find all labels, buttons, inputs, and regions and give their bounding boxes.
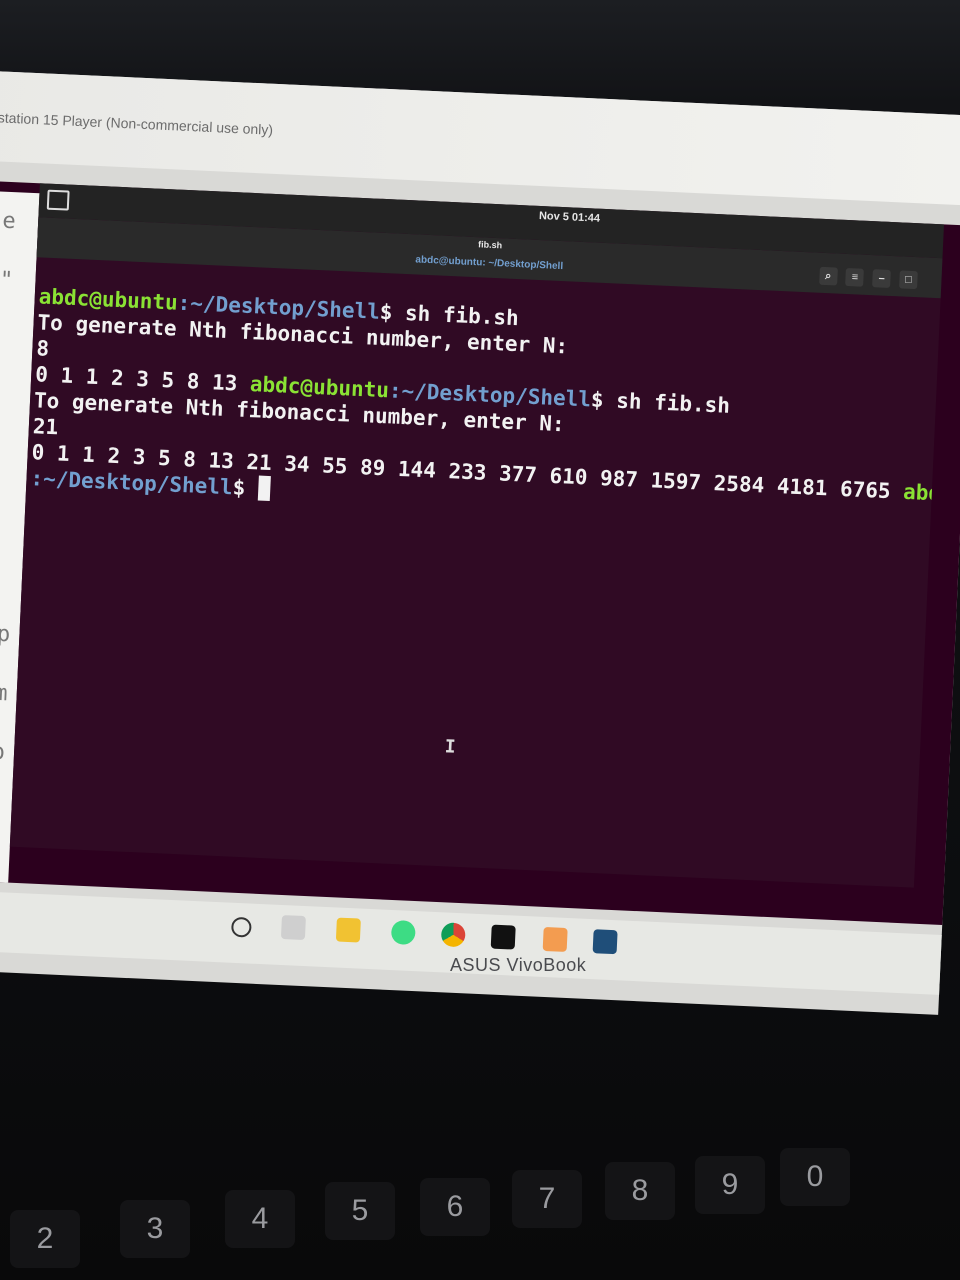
android-studio-icon[interactable]	[390, 920, 416, 946]
prompt-command: $ sh fib.sh	[590, 387, 731, 418]
output-line: 21	[32, 414, 59, 440]
chrome-icon[interactable]	[440, 922, 466, 948]
key: 6	[420, 1178, 490, 1236]
menu-icon[interactable]: ≡	[845, 267, 865, 287]
clock[interactable]: Nov 5 01:44	[539, 210, 601, 225]
editor-line: [	[0, 485, 26, 547]
terminal-output[interactable]: abdc@ubuntu:~/Desktop/Shell$ sh fib.sh T…	[10, 255, 941, 887]
editor-line: n	[0, 308, 34, 370]
minimize-icon[interactable]: –	[872, 269, 892, 288]
cortana-icon[interactable]	[230, 916, 252, 938]
editor-line: 0	[0, 367, 31, 429]
prompt-command: $	[232, 475, 259, 501]
key: 5	[325, 1182, 395, 1240]
maximize-icon[interactable]: □	[899, 270, 918, 290]
key: 9	[695, 1156, 765, 1214]
vm-title: station 15 Player (Non-commercial use on…	[0, 109, 274, 138]
app-icon[interactable]	[592, 929, 618, 955]
key: 8	[605, 1162, 675, 1220]
text-cursor	[257, 475, 271, 502]
output-line: 8	[35, 336, 50, 361]
file-explorer-icon[interactable]	[335, 917, 361, 943]
intellij-icon[interactable]	[490, 924, 516, 950]
key: 2	[10, 1210, 80, 1268]
search-icon[interactable]: ⌕	[818, 266, 838, 286]
editor-line: 0"	[0, 266, 14, 294]
prompt-user: abdc@ubuntu	[38, 284, 179, 315]
ibeam-cursor-icon: I	[444, 736, 457, 758]
editor-line: 0	[0, 426, 29, 488]
editor-line: -e	[0, 208, 17, 235]
keyboard: 2 3 4 5 6 7 8 9 0	[0, 1060, 960, 1280]
key: 4	[225, 1190, 295, 1248]
key: 3	[120, 1200, 190, 1258]
key: 0	[780, 1148, 850, 1206]
laptop-screen: station 15 Player (Non-commercial use on…	[0, 70, 960, 1015]
key: 7	[512, 1170, 582, 1228]
terminal-app-icon[interactable]	[46, 189, 70, 211]
task-view-icon[interactable]	[280, 915, 306, 941]
vmware-icon[interactable]	[542, 926, 568, 952]
terminal-window[interactable]: fib.sh abdc@ubuntu: ~/Desktop/Shell ⌕ ≡ …	[9, 217, 943, 888]
prompt-command: $ sh fib.sh	[379, 299, 520, 331]
prompt-user: abdc@ubuntu	[249, 372, 390, 403]
editor-line: =$	[0, 544, 23, 606]
terminal-controls: ⌕ ≡ – □	[813, 266, 918, 290]
laptop-brand: ASUS VivoBook	[450, 955, 587, 975]
